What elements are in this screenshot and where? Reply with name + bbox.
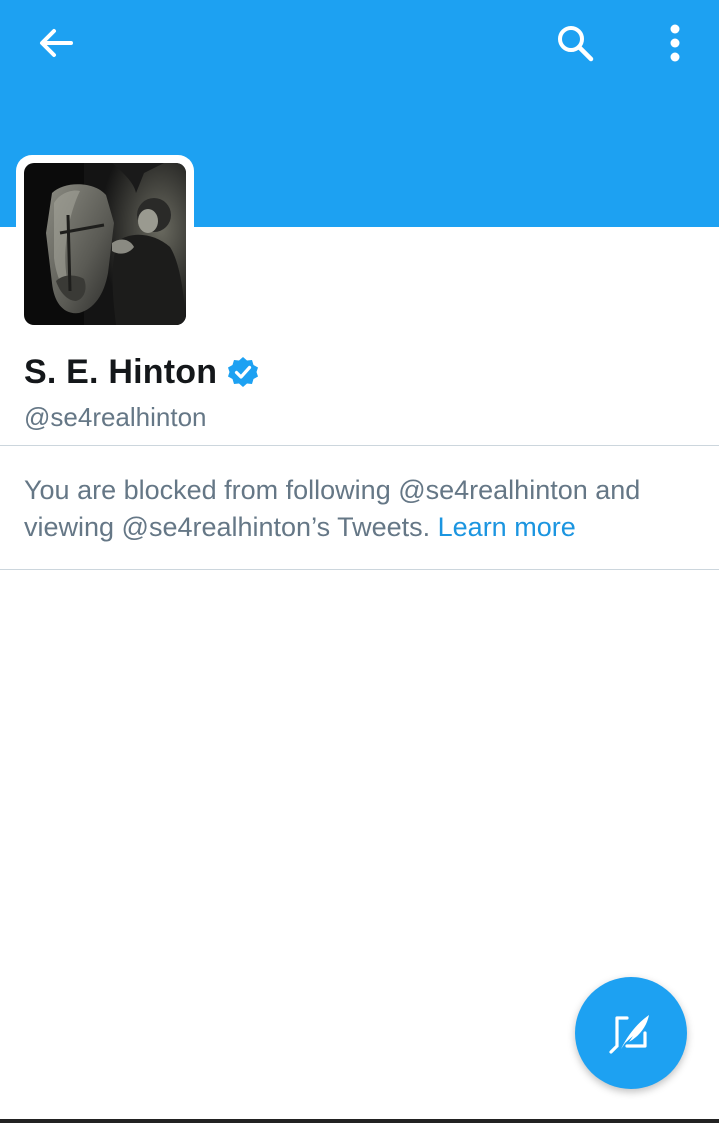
search-icon	[558, 26, 594, 62]
profile-name-row: S. E. Hinton	[24, 350, 259, 394]
verified-badge-icon	[228, 357, 259, 387]
bottom-edge	[0, 1119, 719, 1123]
divider	[0, 569, 719, 570]
more-vertical-icon	[670, 24, 680, 62]
blocked-notice: You are blocked from following @se4realh…	[24, 472, 694, 546]
arrow-left-icon	[40, 29, 73, 57]
profile-screen: S. E. Hinton @se4realhinton You are bloc…	[0, 0, 719, 1123]
avatar-image	[24, 163, 186, 325]
compose-tweet-button[interactable]	[575, 977, 687, 1089]
profile-handle: @se4realhinton	[24, 402, 207, 432]
avatar[interactable]	[16, 155, 194, 333]
learn-more-link[interactable]: Learn more	[438, 512, 576, 542]
back-button[interactable]	[26, 18, 86, 68]
search-button[interactable]	[545, 16, 605, 70]
display-name: S. E. Hinton	[24, 352, 218, 391]
more-options-button[interactable]	[650, 16, 700, 70]
compose-tweet-icon	[609, 1015, 649, 1054]
divider	[0, 445, 719, 446]
